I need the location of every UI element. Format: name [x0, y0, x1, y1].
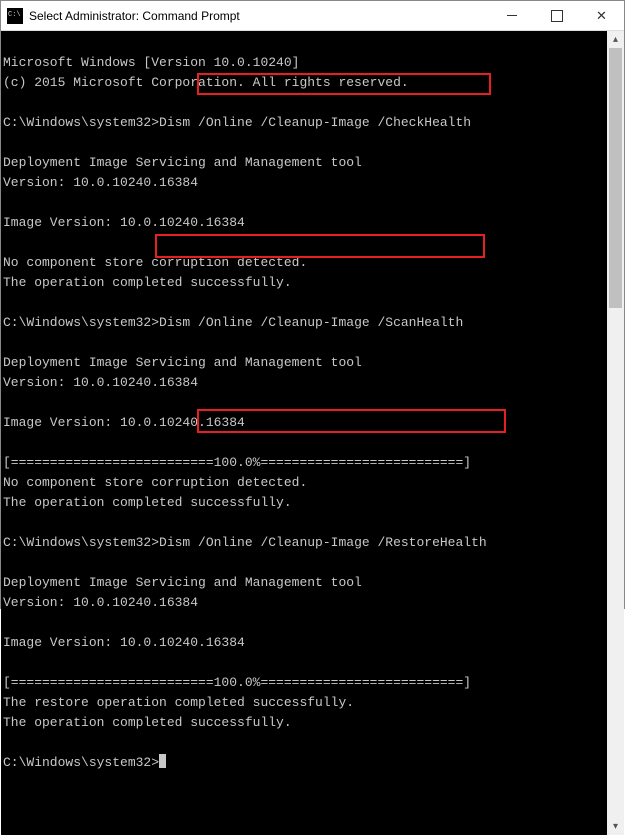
output-line: Image Version: 10.0.10240.16384 — [3, 215, 245, 230]
output-line: Version: 10.0.10240.16384 — [3, 375, 198, 390]
command-prompt-window: Select Administrator: Command Prompt Mic… — [0, 0, 625, 609]
minimize-button[interactable] — [489, 1, 534, 30]
prompt: C:\Windows\system32> — [3, 755, 159, 770]
vertical-scrollbar[interactable]: ▴ ▾ — [607, 31, 624, 835]
output-line: Image Version: 10.0.10240.16384 — [3, 415, 245, 430]
prompt: C:\Windows\system32> — [3, 115, 159, 130]
output-line: Deployment Image Servicing and Managemen… — [3, 575, 362, 590]
titlebar[interactable]: Select Administrator: Command Prompt — [1, 1, 624, 31]
prompt: C:\Windows\system32> — [3, 535, 159, 550]
output-line: (c) 2015 Microsoft Corporation. All righ… — [3, 75, 409, 90]
prompt-line: C:\Windows\system32>Dism /Online /Cleanu… — [3, 115, 471, 130]
output-line: The restore operation completed successf… — [3, 695, 354, 710]
output-line: [==========================100.0%=======… — [3, 455, 471, 470]
scroll-down-arrow-icon[interactable]: ▾ — [607, 818, 624, 835]
prompt-line: C:\Windows\system32>Dism /Online /Cleanu… — [3, 535, 487, 550]
output-line: Version: 10.0.10240.16384 — [3, 595, 198, 610]
prompt-line: C:\Windows\system32> — [3, 755, 166, 770]
prompt-line: C:\Windows\system32>Dism /Online /Cleanu… — [3, 315, 463, 330]
output-line: No component store corruption detected. — [3, 255, 307, 270]
output-line: The operation completed successfully. — [3, 495, 292, 510]
close-button[interactable] — [579, 1, 624, 30]
scrollbar-thumb[interactable] — [609, 48, 622, 308]
window-controls — [489, 1, 624, 30]
output-line: Microsoft Windows [Version 10.0.10240] — [3, 55, 299, 70]
terminal-body: Microsoft Windows [Version 10.0.10240] (… — [1, 31, 624, 835]
maximize-button[interactable] — [534, 1, 579, 30]
output-line: No component store corruption detected. — [3, 475, 307, 490]
output-line: Version: 10.0.10240.16384 — [3, 175, 198, 190]
output-line: The operation completed successfully. — [3, 715, 292, 730]
command-text: Dism /Online /Cleanup-Image /ScanHealth — [159, 315, 463, 330]
output-line: The operation completed successfully. — [3, 275, 292, 290]
command-text: Dism /Online /Cleanup-Image /RestoreHeal… — [159, 535, 487, 550]
window-title: Select Administrator: Command Prompt — [29, 9, 489, 23]
output-line: Image Version: 10.0.10240.16384 — [3, 635, 245, 650]
output-line: Deployment Image Servicing and Managemen… — [3, 155, 362, 170]
output-line: [==========================100.0%=======… — [3, 675, 471, 690]
prompt: C:\Windows\system32> — [3, 315, 159, 330]
command-text: Dism /Online /Cleanup-Image /CheckHealth — [159, 115, 471, 130]
output-line: Deployment Image Servicing and Managemen… — [3, 355, 362, 370]
terminal-output[interactable]: Microsoft Windows [Version 10.0.10240] (… — [1, 31, 607, 835]
scroll-up-arrow-icon[interactable]: ▴ — [607, 31, 624, 48]
cursor — [159, 754, 166, 768]
cmd-icon — [7, 8, 23, 24]
